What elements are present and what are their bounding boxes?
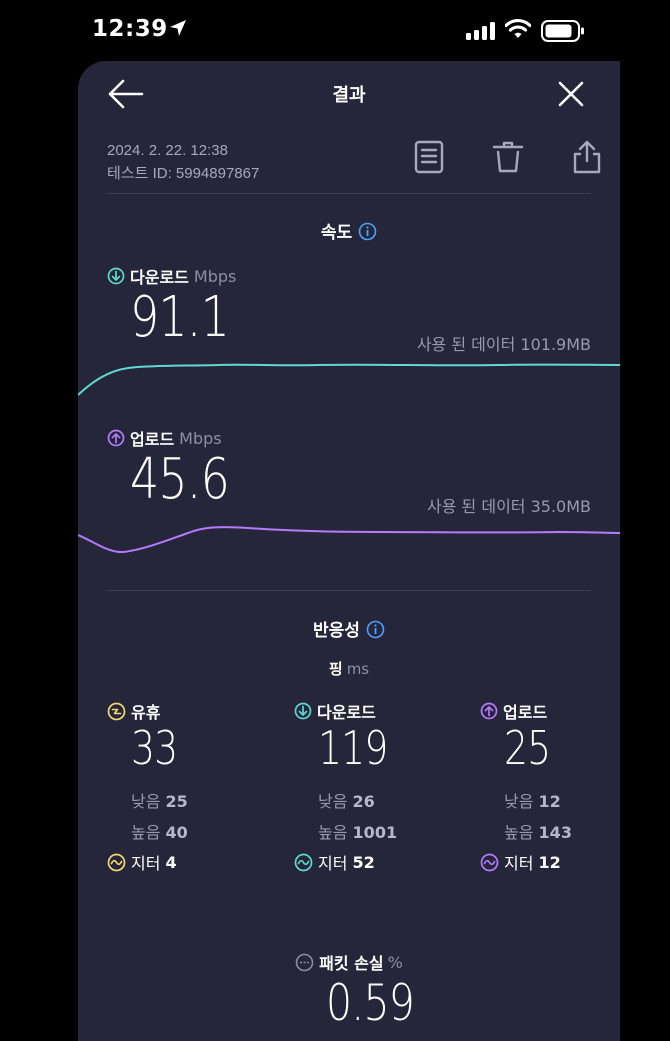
download-icon (107, 267, 125, 285)
location-arrow-icon (168, 18, 188, 42)
share-icon (573, 140, 601, 174)
speed-section-title: 속도 (78, 218, 620, 246)
packet-loss-label: 패킷 손실% (78, 950, 620, 974)
battery-icon (541, 20, 585, 46)
download-high-value: 1001 (352, 823, 398, 842)
status-time: 12:39 (92, 16, 168, 42)
upload-icon (107, 429, 125, 447)
download-low: 낮음 26 (318, 788, 375, 812)
idle-high-value: 40 (165, 823, 188, 842)
upload-ping-header: 업로드 (480, 699, 620, 723)
responsiveness-title-text: 반응성 (313, 621, 360, 641)
upload-graph-line (78, 526, 620, 554)
document-icon (414, 140, 444, 174)
upload-jitter: 지터 12 (480, 850, 561, 874)
idle-low: 낮음 25 (131, 788, 188, 812)
download-high: 높음 1001 (318, 819, 397, 843)
high-label: 높음 (318, 823, 348, 842)
upload-ping-value: 25 (504, 721, 551, 775)
download-ping-label: 다운로드 (317, 703, 376, 722)
idle-label: 유휴 (131, 703, 161, 722)
upload-high-value: 143 (538, 823, 572, 842)
upload-speed-graph (78, 526, 620, 554)
download-speed-value: 91.1 (130, 285, 230, 350)
high-label: 높음 (504, 823, 534, 842)
idle-low-value: 25 (165, 792, 188, 811)
download-graph-line (78, 363, 620, 396)
download-ping-value: 119 (318, 721, 388, 775)
idle-jitter-value: 4 (165, 852, 177, 872)
ping-label-text: 핑 (328, 660, 343, 678)
delete-button[interactable] (491, 139, 525, 175)
ping-unit: ms (346, 660, 370, 678)
upload-unit: Mbps (179, 428, 222, 448)
upload-high: 높음 143 (504, 819, 572, 843)
close-button[interactable] (556, 79, 586, 109)
status-bar: 12:39 (0, 0, 670, 60)
upload-ping-label: 업로드 (503, 703, 548, 722)
idle-high: 높음 40 (131, 819, 188, 843)
wifi-icon (504, 18, 532, 44)
packet-loss-icon (295, 953, 314, 972)
upload-low: 낮음 12 (504, 788, 561, 812)
jitter-icon (107, 853, 126, 872)
test-date: 2024. 2. 22. 12:38 (107, 142, 228, 159)
jitter-label: 지터 (504, 854, 534, 873)
upload-low-value: 12 (538, 792, 561, 811)
download-jitter: 지터 52 (294, 850, 375, 874)
ping-idle-column: 유휴 33 낮음 25 높음 40 지터 4 (107, 699, 267, 873)
jitter-icon (294, 853, 313, 872)
download-unit: Mbps (193, 266, 237, 286)
trash-icon (492, 141, 524, 173)
info-icon[interactable] (358, 222, 377, 246)
packet-loss-label-text: 패킷 손실 (319, 954, 384, 973)
responsiveness-section-title: 반응성 (78, 616, 620, 644)
download-jitter-value: 52 (352, 852, 375, 872)
ping-upload-column: 업로드 25 낮음 12 높음 143 지터 12 (480, 699, 620, 873)
cellular-signal-icon (466, 22, 496, 44)
download-ping-header: 다운로드 (294, 699, 454, 723)
low-label: 낮음 (131, 792, 161, 811)
download-icon (294, 702, 312, 720)
idle-ping-value: 33 (131, 721, 178, 775)
low-label: 낮음 (504, 792, 534, 811)
idle-jitter: 지터 4 (107, 850, 177, 874)
download-speed-graph (78, 363, 620, 396)
results-sheet: 결과 2024. 2. 22. 12:38 테스트 ID: 5994897867… (78, 61, 620, 1041)
close-icon (558, 81, 584, 107)
share-button[interactable] (570, 139, 604, 175)
ping-label: 핑 ms (78, 658, 620, 679)
upload-icon (480, 702, 498, 720)
jitter-label: 지터 (131, 854, 161, 873)
idle-icon (107, 702, 126, 721)
divider (107, 193, 591, 194)
idle-header: 유휴 (107, 699, 267, 723)
info-icon[interactable] (366, 620, 385, 644)
speed-title-text: 속도 (320, 223, 353, 243)
jitter-icon (480, 853, 499, 872)
view-details-button[interactable] (412, 139, 446, 175)
upload-speed-value: 45.6 (130, 447, 230, 512)
page-title: 결과 (332, 85, 366, 106)
packet-loss-value: 0.59 (326, 974, 415, 1032)
download-low-value: 26 (352, 792, 375, 811)
packet-loss-unit: % (387, 952, 403, 972)
ping-download-column: 다운로드 119 낮음 26 높음 1001 지터 52 (294, 699, 454, 873)
high-label: 높음 (131, 823, 161, 842)
upload-data-used: 사용 된 데이터 35.0MB (427, 497, 591, 516)
upload-jitter-value: 12 (538, 852, 561, 872)
jitter-label: 지터 (318, 854, 348, 873)
low-label: 낮음 (318, 792, 348, 811)
test-id: 테스트 ID: 5994897867 (107, 165, 260, 182)
divider (107, 590, 591, 591)
